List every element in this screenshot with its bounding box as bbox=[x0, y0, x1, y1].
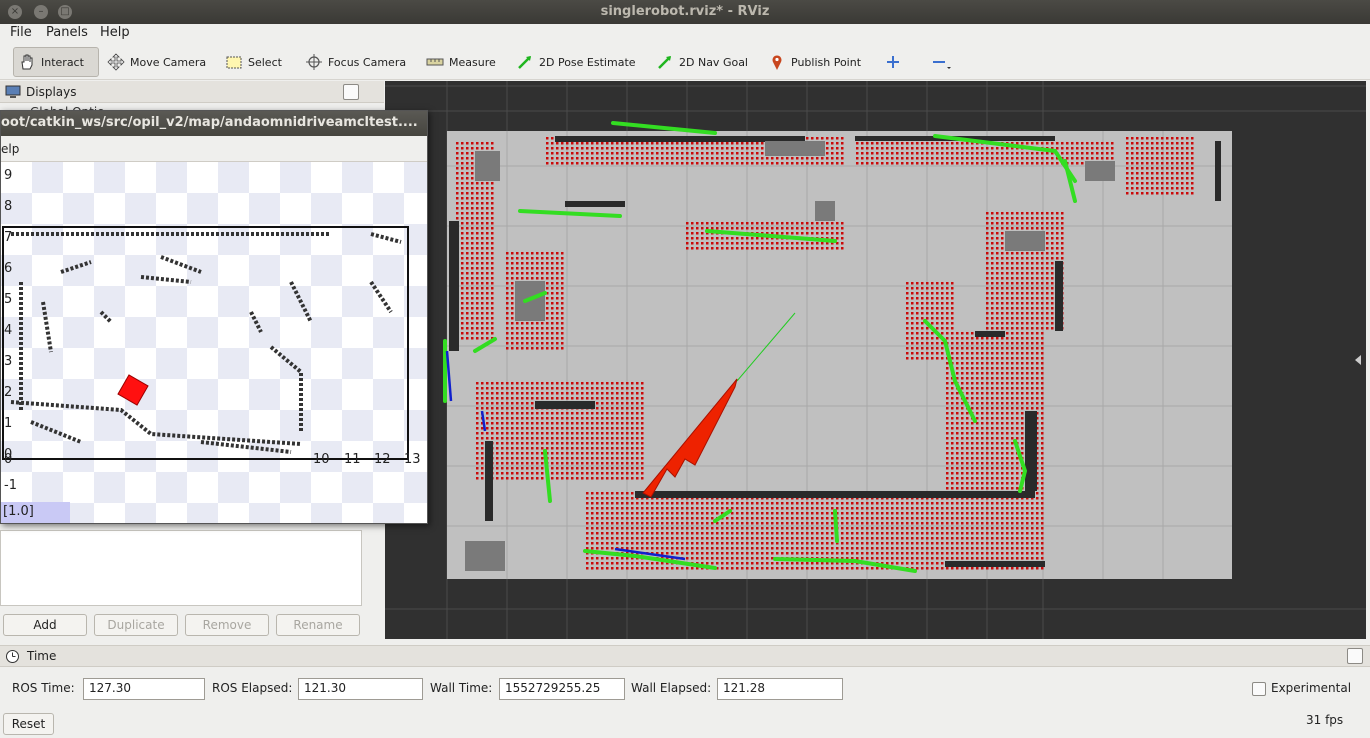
ros-elapsed-field[interactable]: 121.30 bbox=[298, 678, 423, 700]
scale-indicator: [1.0] bbox=[1, 502, 70, 523]
select-tool-button[interactable]: Select bbox=[221, 47, 286, 77]
wall-time-label: Wall Time: bbox=[430, 681, 493, 695]
add-tool-button[interactable] bbox=[880, 47, 906, 77]
x-tick: 0 bbox=[4, 452, 13, 467]
remove-display-button[interactable]: Remove bbox=[185, 614, 269, 636]
menu-help[interactable]: Help bbox=[100, 25, 130, 40]
displays-undock-checkbox[interactable] bbox=[343, 84, 359, 100]
floating-window-title[interactable]: oot/catkin_ws/src/opil_v2/map/andaomnidr… bbox=[1, 111, 427, 136]
pose-estimate-label: 2D Pose Estimate bbox=[539, 55, 636, 69]
ros-time-label: ROS Time: bbox=[12, 681, 75, 695]
focus-crosshair-icon bbox=[306, 54, 322, 70]
nav-goal-label: 2D Nav Goal bbox=[679, 55, 748, 69]
focus-camera-tool-button[interactable]: Focus Camera bbox=[301, 47, 410, 77]
time-panel-header: Time bbox=[0, 645, 1370, 667]
render-viewport[interactable] bbox=[385, 81, 1366, 639]
remove-tool-button[interactable] bbox=[926, 47, 956, 77]
title-bar: × – □ singlerobot.rviz* - RViz bbox=[0, 0, 1370, 24]
publish-point-label: Publish Point bbox=[791, 55, 862, 69]
interact-label: Interact bbox=[41, 55, 84, 69]
displays-title: Displays bbox=[26, 85, 77, 99]
minus-icon bbox=[933, 61, 951, 69]
wall-elapsed-label: Wall Elapsed: bbox=[631, 681, 712, 695]
green-arrow-icon bbox=[658, 56, 671, 69]
x-tick: 12 bbox=[374, 452, 391, 467]
move-camera-label: Move Camera bbox=[130, 55, 207, 69]
monitor-icon bbox=[5, 85, 21, 98]
toolbar: Interact Move Camera Select Focus Camera… bbox=[0, 44, 1370, 80]
x-tick: 11 bbox=[344, 452, 361, 467]
nav-goal-tool-button[interactable]: 2D Nav Goal bbox=[652, 47, 752, 77]
x-tick: 13 bbox=[404, 452, 421, 467]
displays-tree[interactable] bbox=[0, 530, 362, 606]
duplicate-display-button[interactable]: Duplicate bbox=[94, 614, 178, 636]
hand-icon bbox=[21, 54, 33, 70]
plus-icon bbox=[887, 56, 899, 68]
window-title: singlerobot.rviz* - RViz bbox=[600, 4, 770, 19]
right-dock-strip bbox=[1366, 81, 1370, 639]
reset-button[interactable]: Reset bbox=[3, 713, 54, 735]
rename-display-button[interactable]: Rename bbox=[276, 614, 360, 636]
wall-elapsed-field[interactable]: 121.28 bbox=[717, 678, 843, 700]
time-panel-title: Time bbox=[27, 649, 57, 663]
fps-readout: 31 fps bbox=[1306, 713, 1344, 727]
experimental-label: Experimental bbox=[1271, 681, 1352, 695]
ros-elapsed-label: ROS Elapsed: bbox=[212, 681, 293, 695]
x-tick: 10 bbox=[313, 452, 330, 467]
green-arrow-icon bbox=[518, 56, 531, 69]
map-thumbnail bbox=[2, 226, 409, 460]
menu-panels[interactable]: Panels bbox=[46, 25, 88, 40]
clock-icon bbox=[6, 650, 19, 663]
select-label: Select bbox=[248, 55, 282, 69]
interact-tool-button[interactable]: Interact bbox=[13, 47, 99, 77]
floating-window-menu-help[interactable]: elp bbox=[1, 136, 427, 162]
ruler-icon bbox=[426, 58, 444, 66]
menu-file[interactable]: File bbox=[10, 25, 32, 40]
move-camera-tool-button[interactable]: Move Camera bbox=[103, 47, 210, 77]
pose-estimate-tool-button[interactable]: 2D Pose Estimate bbox=[512, 47, 640, 77]
time-panel-undock-checkbox[interactable] bbox=[1347, 648, 1363, 664]
ros-time-field[interactable]: 127.30 bbox=[83, 678, 205, 700]
select-rect-icon bbox=[226, 56, 242, 69]
wall-time-field[interactable]: 1552729255.25 bbox=[499, 678, 625, 700]
move-arrows-icon bbox=[107, 53, 125, 71]
map-pin-icon bbox=[772, 55, 782, 70]
measure-tool-button[interactable]: Measure bbox=[422, 47, 500, 77]
publish-point-tool-button[interactable]: Publish Point bbox=[764, 47, 865, 77]
focus-camera-label: Focus Camera bbox=[328, 55, 407, 69]
add-display-button[interactable]: Add bbox=[3, 614, 87, 636]
menu-bar: File Panels Help bbox=[0, 24, 1370, 44]
experimental-checkbox[interactable] bbox=[1252, 682, 1266, 696]
measure-label: Measure bbox=[449, 55, 496, 69]
displays-header: Displays bbox=[0, 81, 384, 103]
map-render bbox=[385, 81, 1366, 639]
floating-map-window[interactable]: oot/catkin_ws/src/opil_v2/map/andaomnidr… bbox=[0, 110, 428, 524]
map-plot-area[interactable]: 9 8 7 6 5 4 3 2 1 0 -1 0 10 11 12 13 [1.… bbox=[1, 162, 427, 523]
